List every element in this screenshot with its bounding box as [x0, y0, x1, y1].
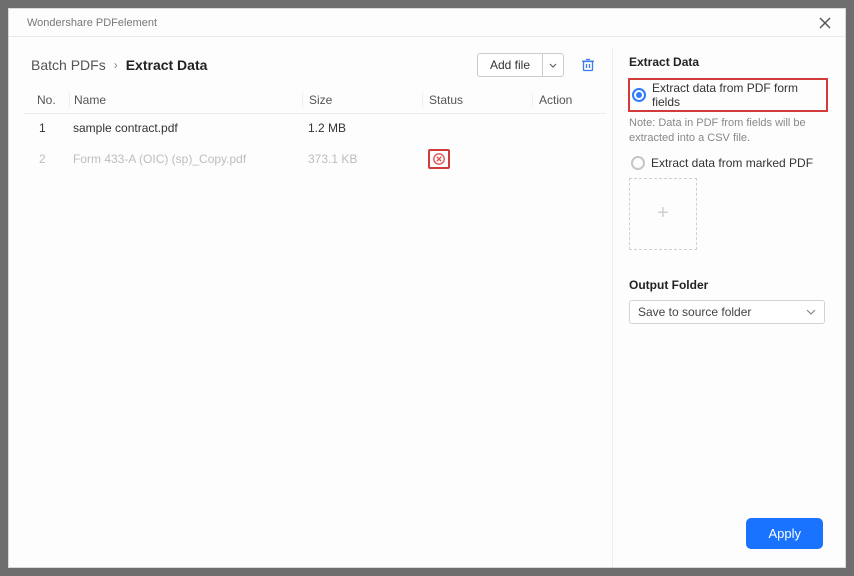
col-header-size: Size: [302, 93, 422, 107]
table-header: No. Name Size Status Action: [23, 87, 606, 114]
chevron-right-icon: ›: [114, 58, 118, 72]
option-note: Note: Data in PDF from fields will be ex…: [629, 116, 825, 146]
option-label: Extract data from PDF form fields: [652, 81, 823, 109]
app-window: Wondershare PDFelement Batch PDFs › Extr…: [8, 8, 846, 568]
window-title: Wondershare PDFelement: [27, 17, 157, 29]
file-table: No. Name Size Status Action 1 sample con…: [23, 87, 606, 176]
add-file-dropdown[interactable]: [542, 53, 564, 77]
output-folder-label: Output Folder: [629, 278, 825, 292]
cell-size: 373.1 KB: [302, 152, 422, 166]
select-value: Save to source folder: [638, 305, 751, 319]
cell-name: Form 433-A (OIC) (sp)_Copy.pdf: [69, 152, 302, 166]
col-header-no: No.: [23, 93, 69, 107]
header-actions: Add file: [477, 53, 598, 77]
table-row[interactable]: 2 Form 433-A (OIC) (sp)_Copy.pdf 373.1 K…: [23, 142, 606, 176]
titlebar: Wondershare PDFelement: [9, 9, 845, 37]
option-extract-marked-pdf[interactable]: Extract data from marked PDF: [629, 154, 825, 172]
trash-icon: [580, 57, 596, 73]
clear-all-button[interactable]: [578, 55, 598, 75]
output-folder-select[interactable]: Save to source folder: [629, 300, 825, 324]
apply-button[interactable]: Apply: [746, 518, 823, 549]
breadcrumb: Batch PDFs › Extract Data: [31, 57, 207, 73]
error-icon: [432, 152, 446, 166]
option-label: Extract data from marked PDF: [651, 156, 813, 170]
breadcrumb-root[interactable]: Batch PDFs: [31, 57, 106, 73]
table-row[interactable]: 1 sample contract.pdf 1.2 MB: [23, 114, 606, 142]
dropzone-add[interactable]: +: [629, 178, 697, 250]
radio-checked-icon: [632, 88, 646, 102]
option-extract-form-fields[interactable]: Extract data from PDF form fields: [628, 78, 828, 112]
content-body: Batch PDFs › Extract Data Add file: [9, 37, 845, 567]
cell-no: 2: [23, 152, 69, 166]
right-pane: Extract Data Extract data from PDF form …: [613, 47, 831, 567]
col-header-name: Name: [69, 93, 302, 107]
cell-status: [422, 149, 532, 169]
col-header-action: Action: [532, 93, 606, 107]
plus-icon: +: [657, 202, 669, 225]
cell-size: 1.2 MB: [302, 121, 422, 135]
close-icon: [819, 17, 831, 29]
breadcrumb-current: Extract Data: [126, 57, 208, 73]
add-file-button[interactable]: Add file: [477, 53, 542, 77]
window-close-button[interactable]: [817, 15, 833, 31]
right-title: Extract Data: [629, 55, 825, 69]
status-error-badge[interactable]: [428, 149, 450, 169]
add-file-split-button: Add file: [477, 53, 564, 77]
chevron-down-icon: [549, 63, 557, 68]
cell-name: sample contract.pdf: [69, 121, 302, 135]
left-pane: Batch PDFs › Extract Data Add file: [23, 47, 613, 567]
chevron-down-icon: [806, 309, 816, 315]
radio-unchecked-icon: [631, 156, 645, 170]
col-header-status: Status: [422, 93, 532, 107]
cell-no: 1: [23, 121, 69, 135]
left-header: Batch PDFs › Extract Data Add file: [23, 47, 606, 87]
footer: Apply: [746, 518, 823, 549]
